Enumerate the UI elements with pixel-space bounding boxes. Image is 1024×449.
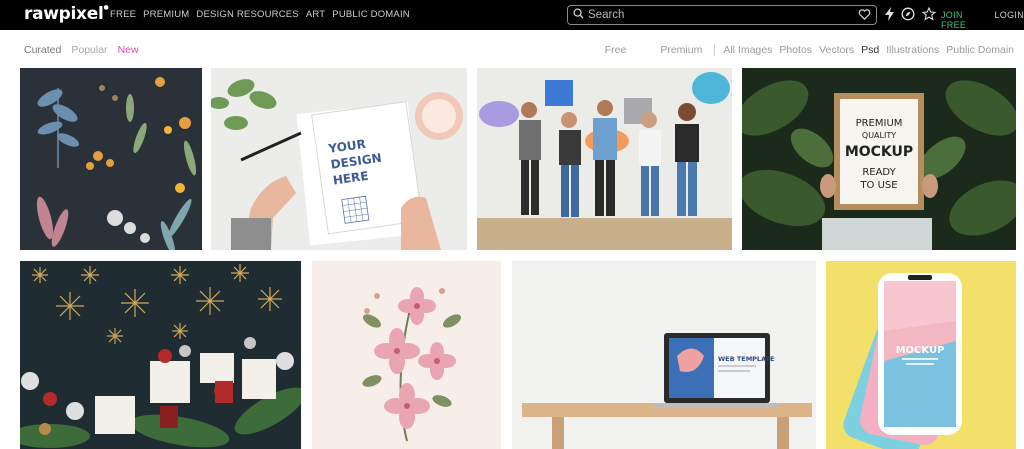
auth-links: JOIN FREE LOGIN (941, 10, 1024, 30)
filter-tabs: Free Premium All Images Photos Vectors P… (605, 44, 1014, 56)
image-tile-christmas[interactable] (20, 261, 301, 449)
image-tile-laptop[interactable]: WEB TEMPLATE (512, 261, 816, 449)
tab-new[interactable]: New (118, 44, 139, 56)
mockup-text-line3: MOCKUP (845, 144, 913, 160)
image-tile-notebook[interactable]: YOUR DESIGN HERE (211, 68, 467, 250)
mockup-text-line4: READY (862, 167, 896, 178)
top-bar: rawpixel● FREE PREMIUM DESIGN RESOURCES … (0, 0, 1024, 30)
image-tile-flowers[interactable] (312, 261, 501, 449)
rawpixel-logo[interactable]: rawpixel● (24, 4, 109, 24)
image-tile-people-bubbles[interactable] (477, 68, 732, 250)
login-link[interactable]: LOGIN (994, 10, 1024, 30)
nav-free[interactable]: FREE (110, 9, 136, 20)
filter-premium[interactable]: Premium (660, 44, 702, 56)
image-tile-phone[interactable]: MOCKUP (826, 261, 1016, 449)
star-icon[interactable] (921, 6, 937, 26)
botanical-illustration-image (20, 68, 202, 250)
mockup-text-line2: QUALITY (862, 131, 896, 140)
heart-icon[interactable] (858, 8, 871, 26)
nav-design-resources[interactable]: DESIGN RESOURCES (196, 9, 298, 20)
join-free-link[interactable]: JOIN FREE (941, 10, 987, 30)
lightning-icon[interactable] (885, 7, 894, 26)
filter-vectors[interactable]: Vectors (819, 44, 854, 56)
people-speech-bubbles-image (477, 68, 732, 250)
filter-psd[interactable]: Psd (861, 44, 879, 56)
mockup-text-line1: PREMIUM (856, 118, 903, 129)
filter-public-domain[interactable]: Public Domain (946, 44, 1014, 56)
laptop-web-template-image: WEB TEMPLATE (512, 261, 816, 449)
christmas-flatlay-image (20, 261, 301, 449)
image-tile-frame-mockup[interactable]: PREMIUM QUALITY MOCKUP READY TO USE (742, 68, 1016, 250)
web-template-text: WEB TEMPLATE (718, 355, 774, 363)
pink-flowers-image (312, 261, 501, 449)
nav-art[interactable]: ART (306, 9, 325, 20)
image-tile-botanical[interactable] (20, 68, 202, 250)
search-box[interactable] (567, 5, 877, 25)
search-icon (573, 6, 584, 24)
frame-mockup-image: PREMIUM QUALITY MOCKUP READY TO USE (742, 68, 1016, 250)
notebook-mockup-image: YOUR DESIGN HERE (211, 68, 467, 250)
sort-tabs: Curated Popular New (24, 44, 139, 56)
mockup-text-line5: TO USE (859, 180, 897, 191)
filter-free[interactable]: Free (605, 44, 627, 56)
header-icons (885, 6, 937, 26)
tab-popular[interactable]: Popular (71, 44, 107, 56)
filter-illustrations[interactable]: Illustrations (886, 44, 939, 56)
phone-mockup-text: MOCKUP (896, 345, 945, 356)
nav-premium[interactable]: PREMIUM (143, 9, 189, 20)
filter-divider (714, 44, 716, 56)
filter-all-images[interactable]: All Images (723, 44, 772, 56)
tab-curated[interactable]: Curated (24, 44, 61, 56)
compass-icon[interactable] (901, 7, 915, 26)
filter-photos[interactable]: Photos (779, 44, 812, 56)
nav-public-domain[interactable]: PUBLIC DOMAIN (332, 9, 410, 20)
main-nav: FREE PREMIUM DESIGN RESOURCES ART PUBLIC… (110, 9, 410, 20)
logo-text: rawpixel (24, 4, 104, 24)
phone-mockup-image: MOCKUP (826, 261, 1016, 449)
search-input[interactable] (588, 9, 848, 21)
